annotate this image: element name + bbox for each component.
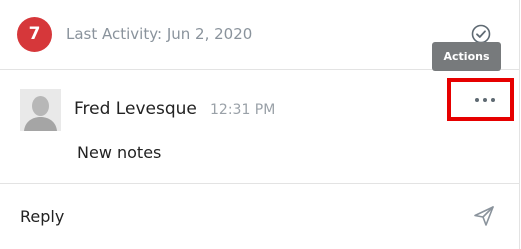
message-time: 12:31 PM (210, 102, 276, 118)
reply-bar: Reply (0, 184, 519, 249)
last-activity-text: Last Activity: Jun 2, 2020 (66, 25, 253, 43)
author-name: Fred Levesque (74, 99, 197, 119)
reply-input[interactable]: Reply (20, 207, 64, 226)
more-actions-button[interactable] (447, 78, 514, 121)
check-circle-icon[interactable] (471, 24, 491, 44)
avatar-placeholder (20, 89, 61, 131)
conversation-panel: 7 Last Activity: Jun 2, 2020 Fred Levesq… (0, 0, 520, 249)
send-icon[interactable] (473, 205, 495, 227)
avatar (20, 89, 61, 131)
message-item: Fred Levesque 12:31 PM New notes (0, 70, 519, 184)
actions-tooltip: Actions (432, 42, 501, 71)
message-body: New notes (77, 143, 162, 162)
activity-count-badge: 7 (17, 17, 52, 52)
more-actions-icon (475, 98, 495, 102)
